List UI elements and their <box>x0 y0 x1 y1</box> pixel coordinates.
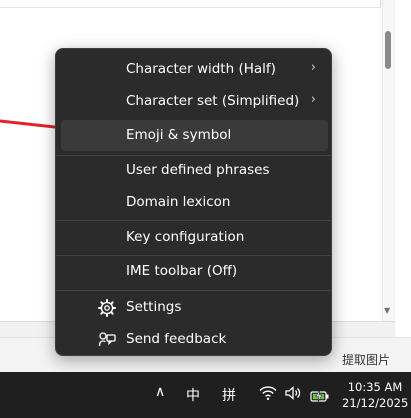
menu-item-label: Settings <box>126 299 182 315</box>
menu-separator <box>56 220 331 221</box>
menu-separator <box>56 290 331 291</box>
menu-item-label: Character width (Half) <box>126 61 276 77</box>
menu-item-emoji-symbol[interactable]: Emoji & symbol <box>61 120 328 151</box>
scroll-down-icon[interactable]: ▼ <box>384 306 390 315</box>
speaker-icon[interactable] <box>284 385 302 405</box>
feedback-icon <box>98 331 116 353</box>
chevron-right-icon: › <box>310 92 316 107</box>
ime-context-menu: Character width (Half) › Character set (… <box>55 48 332 356</box>
menu-item-key-configuration[interactable]: Key configuration <box>61 222 328 253</box>
menu-item-label: IME toolbar (Off) <box>126 263 238 279</box>
extract-image-label[interactable]: 提取图片 <box>342 351 390 368</box>
menu-item-label: Emoji & symbol <box>126 127 232 143</box>
chevron-right-icon: › <box>310 60 316 75</box>
show-hidden-icons-button[interactable]: ∧ <box>155 384 165 400</box>
battery-icon[interactable] <box>310 387 330 406</box>
ime-input-indicator[interactable]: 拼 <box>222 385 236 405</box>
menu-item-label: Domain lexicon <box>126 194 231 210</box>
scrollbar-thumb[interactable] <box>385 31 391 69</box>
clock-time: 10:35 AM <box>347 380 403 394</box>
menu-item-settings[interactable]: Settings <box>61 292 328 323</box>
menu-item-label: Character set (Simplified) <box>126 93 300 109</box>
menu-item-label: Send feedback <box>126 331 227 347</box>
menu-item-domain-lexicon[interactable]: Domain lexicon <box>61 187 328 218</box>
menu-item-label: Key configuration <box>126 229 245 245</box>
menu-item-user-defined-phrases[interactable]: User defined phrases <box>61 155 328 186</box>
menu-item-ime-toolbar[interactable]: IME toolbar (Off) <box>61 256 328 287</box>
ime-mode-indicator[interactable]: 中 <box>186 385 200 405</box>
clock-date: 21/12/2025 <box>342 396 409 410</box>
taskbar: ∧ 中 拼 10:35 AM 21/12/2025 <box>0 372 411 418</box>
menu-item-send-feedback[interactable]: Send feedback <box>61 324 328 355</box>
wifi-icon[interactable] <box>259 385 277 405</box>
system-clock[interactable]: 10:35 AM 21/12/2025 <box>342 379 408 411</box>
menu-item-label: User defined phrases <box>126 162 270 178</box>
menu-item-character-set[interactable]: Character set (Simplified) › <box>61 86 328 117</box>
window-top-border <box>0 0 381 8</box>
menu-item-character-width[interactable]: Character width (Half) › <box>61 54 328 85</box>
gear-icon <box>98 299 116 321</box>
